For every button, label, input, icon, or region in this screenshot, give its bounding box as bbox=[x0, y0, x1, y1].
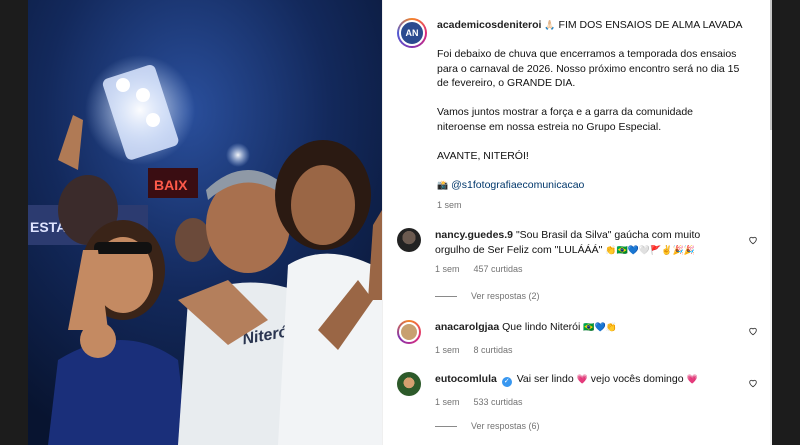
commenter-username[interactable]: eutocomlula bbox=[435, 373, 497, 385]
commenter-avatar[interactable] bbox=[397, 320, 421, 344]
post-photo-art: BAIX ESTA Niterói bbox=[28, 0, 382, 445]
comment-time: 1 sem bbox=[435, 344, 460, 355]
screen: BAIX ESTA Niterói AN academicosdeniteroi… bbox=[0, 0, 800, 445]
post-side-panel: AN academicosdeniteroi 🙏🏻 FIM DOS ENSAIO… bbox=[382, 0, 772, 445]
view-replies-link[interactable]: Ver respostas (2) bbox=[435, 291, 540, 301]
view-replies-label[interactable]: Ver respostas (2) bbox=[471, 291, 540, 301]
caption-line: para o carnaval de 2026. Nosso próximo e… bbox=[437, 62, 740, 75]
like-heart-icon[interactable] bbox=[748, 378, 758, 388]
commenter-avatar[interactable] bbox=[397, 228, 421, 252]
comment: anacarolgjaa Que lindo Niterói 🇧🇷💙👏 1 se… bbox=[397, 320, 757, 357]
comment-emojis: 👏🇧🇷💙🤍🚩✌️🎉🎉 bbox=[605, 244, 695, 255]
comment-text: Que lindo Niterói bbox=[502, 321, 581, 333]
comment-text: vejo vocês domingo bbox=[590, 373, 684, 385]
commenter-avatar[interactable] bbox=[397, 372, 421, 396]
comment: nancy.guedes.9 "Sou Brasil da Silva" gaú… bbox=[397, 228, 757, 277]
caption-line: niteroense em nossa estreia no Grupo Esp… bbox=[437, 120, 662, 133]
red-screen-text: BAIX bbox=[154, 177, 188, 193]
caption-line: de fevereiro, o GRANDE DIA. bbox=[437, 77, 576, 89]
like-heart-icon[interactable] bbox=[748, 235, 758, 245]
commenter-avatar-photo bbox=[399, 322, 419, 342]
comment-text: orgulho de Ser Feliz com "LULÁÁÁ" bbox=[435, 243, 603, 256]
author-username[interactable]: academicosdeniteroi bbox=[437, 19, 541, 31]
comment-likes[interactable]: 457 curtidas bbox=[474, 262, 523, 277]
view-replies-label[interactable]: Ver respostas (6) bbox=[471, 421, 540, 431]
photo-credit-mention[interactable]: @s1fotografiaecomunicacao bbox=[451, 179, 584, 191]
comment-likes[interactable]: 533 curtidas bbox=[474, 395, 523, 410]
pink-heart-emoji: 💗 bbox=[686, 374, 698, 384]
praying-hands-emoji: 🙏🏻 bbox=[544, 20, 556, 30]
view-replies-link[interactable]: Ver respostas (6) bbox=[435, 421, 540, 431]
replies-dash bbox=[435, 295, 457, 297]
author-avatar[interactable]: AN bbox=[397, 18, 427, 48]
comment: eutocomlula ✓ Vai ser lindo 💗 vejo vocês… bbox=[397, 372, 757, 410]
camera-emoji: 📸 bbox=[437, 179, 449, 190]
post-time: 1 sem bbox=[437, 200, 462, 210]
verified-badge-icon: ✓ bbox=[501, 377, 512, 387]
replies-dash bbox=[435, 425, 457, 427]
pink-heart-emoji: 💗 bbox=[576, 374, 588, 384]
comment-likes[interactable]: 8 curtidas bbox=[474, 343, 513, 358]
caption-line: Vamos juntos mostrar a força e a garra d… bbox=[437, 106, 694, 118]
comment-text: Vai ser lindo bbox=[516, 373, 574, 385]
comment-time: 1 sem bbox=[435, 264, 460, 274]
like-heart-icon[interactable] bbox=[748, 326, 758, 336]
left-dark-gutter bbox=[0, 0, 28, 445]
post-caption: AN academicosdeniteroi 🙏🏻 FIM DOS ENSAIO… bbox=[397, 18, 757, 213]
comment-emojis: 🇧🇷💙👏 bbox=[583, 322, 617, 332]
commenter-username[interactable]: anacarolgjaa bbox=[435, 321, 499, 333]
right-dark-gutter bbox=[772, 0, 800, 445]
caption-line: Foi debaixo de chuva que encerramos a te… bbox=[437, 48, 737, 60]
author-avatar-logo: AN bbox=[399, 20, 425, 46]
caption-text: academicosdeniteroi 🙏🏻 FIM DOS ENSAIOS D… bbox=[437, 18, 757, 213]
commenter-username[interactable]: nancy.guedes.9 bbox=[435, 229, 513, 241]
comment-time: 1 sem bbox=[435, 397, 460, 407]
post-photo[interactable]: BAIX ESTA Niterói bbox=[28, 0, 382, 445]
caption-line: AVANTE, NITERÓI! bbox=[437, 149, 529, 162]
caption-title: FIM DOS ENSAIOS DE ALMA LAVADA bbox=[558, 19, 743, 31]
comment-text: "Sou Brasil da Silva" gaúcha com muito bbox=[515, 229, 701, 241]
